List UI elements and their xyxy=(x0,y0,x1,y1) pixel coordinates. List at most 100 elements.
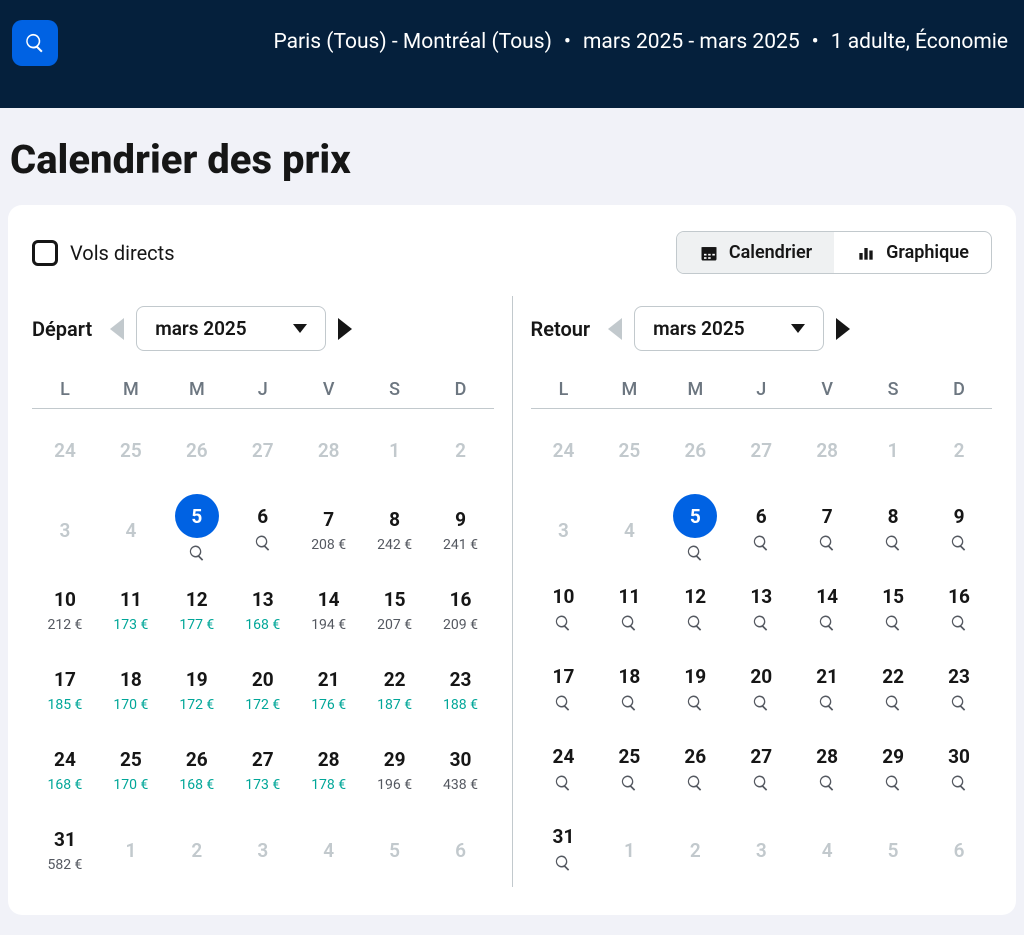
magnifier-icon xyxy=(554,854,572,876)
return-day-cell[interactable]: 14 xyxy=(794,573,860,647)
return-day-cell[interactable]: 17 xyxy=(531,653,597,727)
depart-day-cell[interactable]: 14194 € xyxy=(296,573,362,647)
view-chart-button[interactable]: Graphique xyxy=(834,232,991,273)
depart-day-cell[interactable]: 11173 € xyxy=(98,573,164,647)
separator-dot: • xyxy=(812,30,819,54)
depart-day-cell[interactable]: 28178 € xyxy=(296,733,362,807)
day-number: 23 xyxy=(948,665,970,688)
return-day-cell[interactable]: 13 xyxy=(728,573,794,647)
return-day-cell[interactable]: 5 xyxy=(662,493,728,567)
depart-day-cell[interactable]: 8242 € xyxy=(362,493,428,567)
magnifier-icon xyxy=(752,774,770,796)
day-number: 26 xyxy=(186,439,208,462)
depart-day-cell[interactable]: 12177 € xyxy=(164,573,230,647)
day-price: 170 € xyxy=(113,777,148,793)
return-day-cell[interactable]: 31 xyxy=(531,813,597,887)
day-number: 24 xyxy=(54,439,76,462)
day-number: 19 xyxy=(684,665,706,688)
search-summary[interactable]: Paris (Tous) - Montréal (Tous) • mars 20… xyxy=(76,20,1008,54)
return-day-cell[interactable]: 27 xyxy=(728,733,794,807)
day-price: 168 € xyxy=(47,777,82,793)
return-day-cell[interactable]: 20 xyxy=(728,653,794,727)
return-day-cell[interactable]: 25 xyxy=(596,733,662,807)
return-day-cell[interactable]: 24 xyxy=(531,733,597,807)
direct-flights-toggle[interactable]: Vols directs xyxy=(32,240,175,266)
depart-next-month[interactable] xyxy=(338,318,352,340)
depart-day-cell[interactable]: 21176 € xyxy=(296,653,362,727)
depart-day-cell[interactable]: 9241 € xyxy=(428,493,494,567)
depart-day-cell[interactable]: 29196 € xyxy=(362,733,428,807)
return-day-cell[interactable]: 6 xyxy=(728,493,794,567)
return-day-cell[interactable]: 10 xyxy=(531,573,597,647)
depart-day-cell[interactable]: 5 xyxy=(164,493,230,567)
depart-day-cell[interactable]: 26168 € xyxy=(164,733,230,807)
day-number: 2 xyxy=(455,439,466,462)
return-day-cell: 4 xyxy=(794,813,860,887)
depart-day-cell[interactable]: 10212 € xyxy=(32,573,98,647)
depart-day-cell[interactable]: 6 xyxy=(230,493,296,567)
return-day-cell[interactable]: 12 xyxy=(662,573,728,647)
return-day-cell[interactable]: 26 xyxy=(662,733,728,807)
magnifier-icon xyxy=(686,544,704,566)
return-day-cell[interactable]: 22 xyxy=(860,653,926,727)
day-number: 14 xyxy=(318,588,340,611)
day-number: 28 xyxy=(816,439,838,462)
depart-day-cell[interactable]: 20172 € xyxy=(230,653,296,727)
day-number: 6 xyxy=(257,505,268,528)
depart-day-cell[interactable]: 22187 € xyxy=(362,653,428,727)
depart-day-cell[interactable]: 18170 € xyxy=(98,653,164,727)
magnifier-icon xyxy=(752,534,770,556)
separator-dot: • xyxy=(564,30,571,54)
return-day-cell[interactable]: 8 xyxy=(860,493,926,567)
depart-day-cell: 24 xyxy=(32,413,98,487)
depart-prev-month[interactable] xyxy=(110,318,124,340)
day-number: 27 xyxy=(252,748,274,771)
depart-calendar: Départ mars 2025 LMMJVSD 242526272812345… xyxy=(32,296,513,887)
return-day-cell[interactable]: 7 xyxy=(794,493,860,567)
return-day-cell[interactable]: 21 xyxy=(794,653,860,727)
depart-day-cell[interactable]: 13168 € xyxy=(230,573,296,647)
depart-day-cell[interactable]: 16209 € xyxy=(428,573,494,647)
day-number: 5 xyxy=(389,839,400,862)
depart-day-cell[interactable]: 23188 € xyxy=(428,653,494,727)
return-day-cell[interactable]: 23 xyxy=(926,653,992,727)
direct-flights-checkbox[interactable] xyxy=(32,240,58,266)
return-day-cell[interactable]: 29 xyxy=(860,733,926,807)
depart-day-cell[interactable]: 30438 € xyxy=(428,733,494,807)
depart-day-cell[interactable]: 17185 € xyxy=(32,653,98,727)
depart-day-cell[interactable]: 24168 € xyxy=(32,733,98,807)
depart-day-cell[interactable]: 25170 € xyxy=(98,733,164,807)
day-number: 20 xyxy=(252,668,274,691)
return-next-month[interactable] xyxy=(836,318,850,340)
day-price: 170 € xyxy=(113,697,148,713)
return-day-cell[interactable]: 18 xyxy=(596,653,662,727)
return-day-cell[interactable]: 19 xyxy=(662,653,728,727)
search-button[interactable] xyxy=(12,20,58,66)
day-number: 30 xyxy=(948,745,970,768)
return-day-cell[interactable]: 16 xyxy=(926,573,992,647)
view-calendar-button[interactable]: Calendrier xyxy=(677,232,834,273)
day-number: 10 xyxy=(553,585,575,608)
depart-day-cell[interactable]: 31582 € xyxy=(32,813,98,887)
return-day-cell[interactable]: 15 xyxy=(860,573,926,647)
day-price: 173 € xyxy=(113,617,148,633)
return-day-cell: 26 xyxy=(662,413,728,487)
return-day-cell[interactable]: 28 xyxy=(794,733,860,807)
day-number: 1 xyxy=(624,839,635,862)
depart-day-cell[interactable]: 19172 € xyxy=(164,653,230,727)
direct-flights-label: Vols directs xyxy=(70,241,175,265)
depart-day-cell: 2 xyxy=(164,813,230,887)
depart-day-cell: 4 xyxy=(296,813,362,887)
return-month-select[interactable]: mars 2025 xyxy=(634,306,824,351)
return-day-cell[interactable]: 30 xyxy=(926,733,992,807)
day-number: 14 xyxy=(816,585,838,608)
magnifier-icon xyxy=(950,534,968,556)
return-prev-month[interactable] xyxy=(608,318,622,340)
day-number: 5 xyxy=(690,505,701,528)
depart-day-cell[interactable]: 7208 € xyxy=(296,493,362,567)
return-day-cell[interactable]: 9 xyxy=(926,493,992,567)
depart-day-cell[interactable]: 27173 € xyxy=(230,733,296,807)
depart-month-select[interactable]: mars 2025 xyxy=(136,306,326,351)
depart-day-cell[interactable]: 15207 € xyxy=(362,573,428,647)
return-day-cell[interactable]: 11 xyxy=(596,573,662,647)
